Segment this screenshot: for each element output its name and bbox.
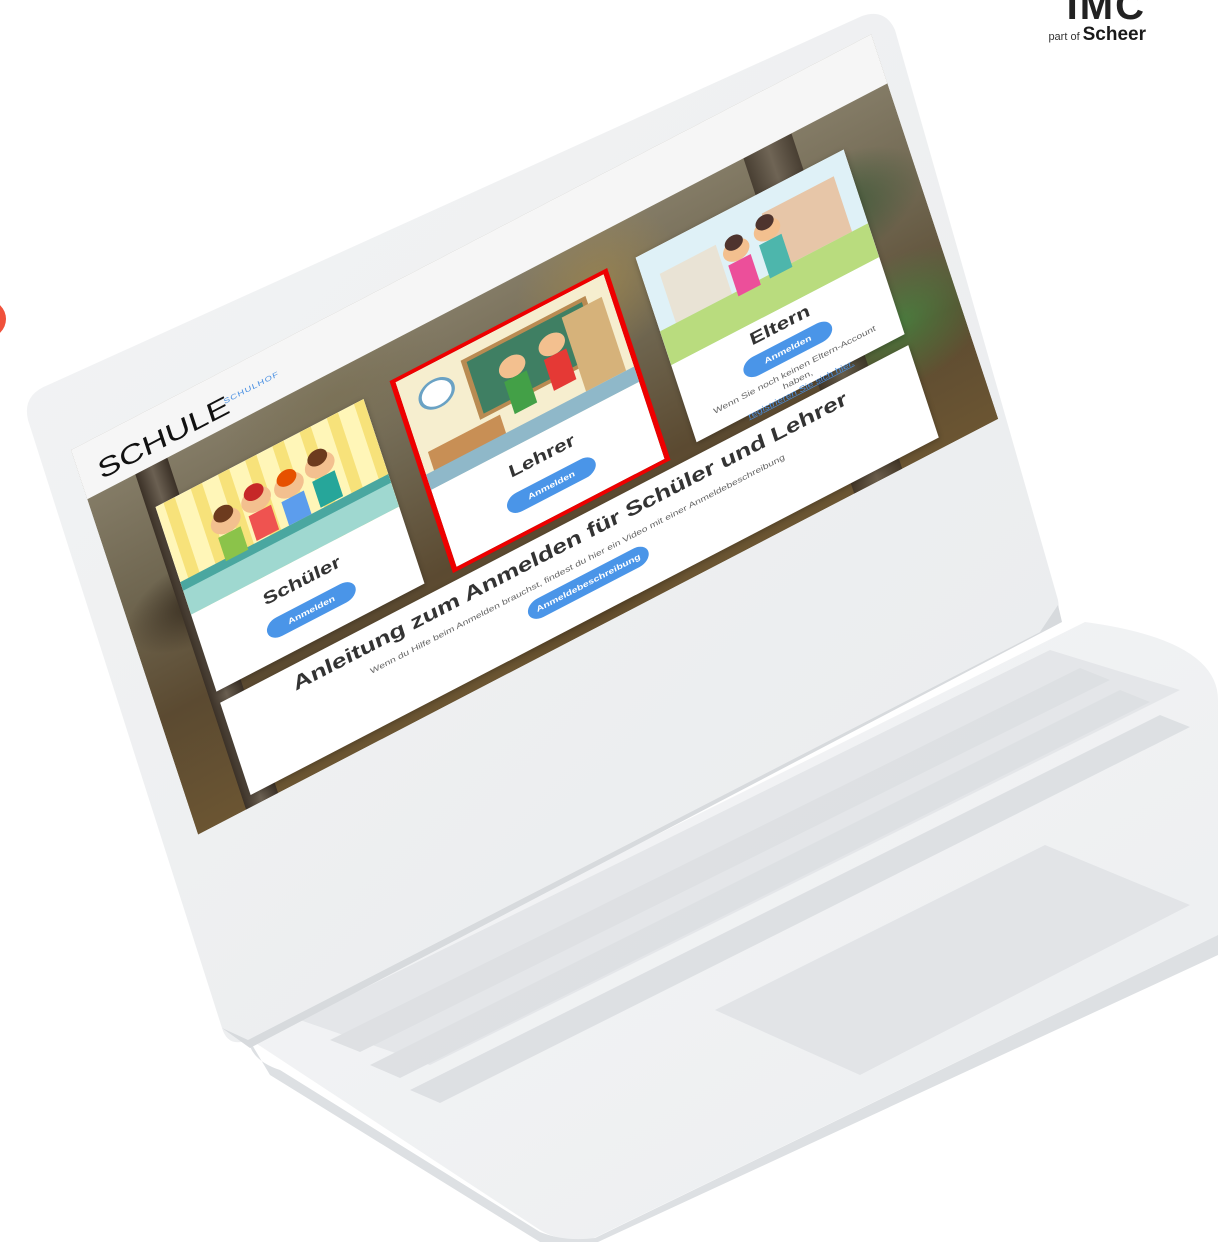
nav-link-schulhof[interactable]: SCHULHOF <box>223 370 280 406</box>
